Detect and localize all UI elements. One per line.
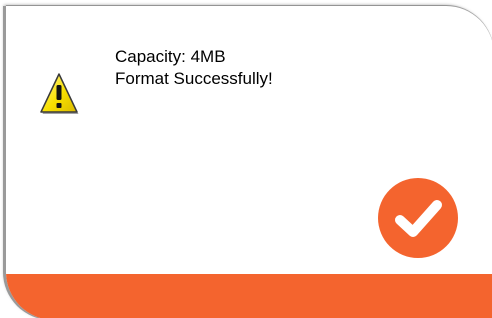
warning-icon	[39, 72, 79, 118]
format-status-text: Format Successfully!	[115, 69, 273, 88]
checkmark-icon	[395, 200, 442, 237]
screen: Capacity: 4MB Format Successfully!	[0, 0, 492, 318]
dialog-message: Capacity: 4MB Format Successfully!	[115, 46, 273, 90]
confirm-button[interactable]	[378, 178, 458, 258]
capacity-text: Capacity: 4MB	[115, 47, 226, 66]
format-result-dialog: Capacity: 4MB Format Successfully!	[6, 6, 492, 318]
bottom-bar	[6, 274, 492, 318]
